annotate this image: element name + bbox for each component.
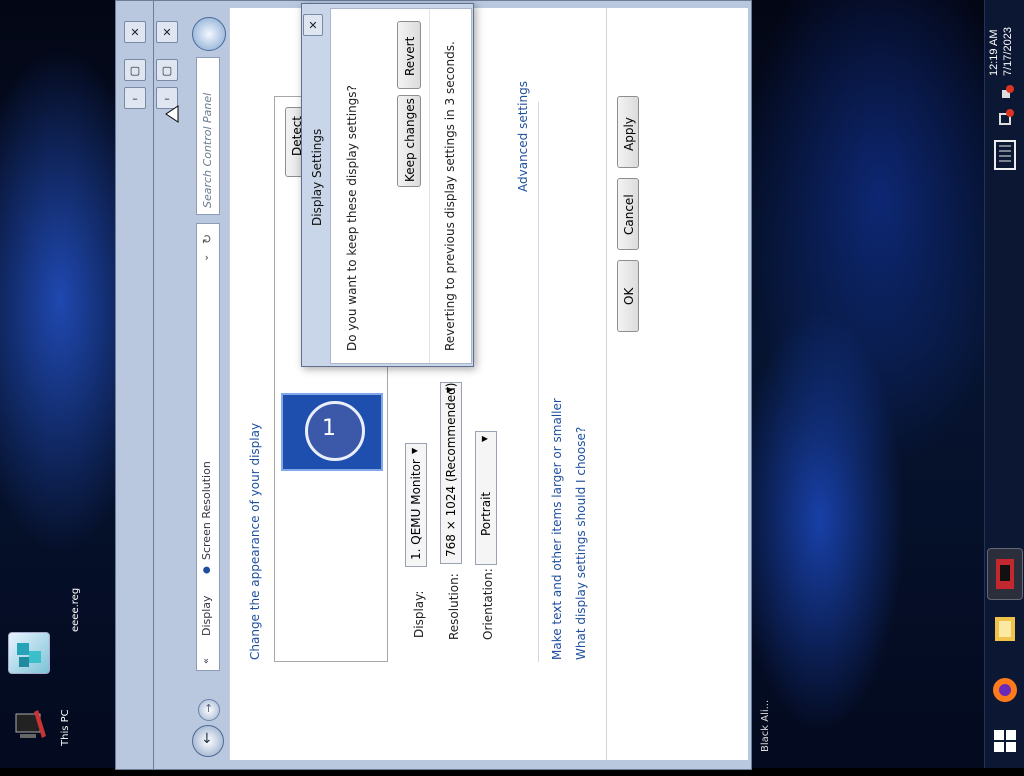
countdown-text: Reverting to previous display settings i…: [443, 41, 457, 351]
forward-button[interactable]: ↑: [198, 699, 220, 721]
ok-button[interactable]: OK: [617, 260, 639, 332]
this-pc-icon: [10, 706, 50, 746]
keyboard-icon[interactable]: [990, 138, 1020, 172]
resolution-select[interactable]: 768 × 1024 (Recommended) ▼: [440, 382, 462, 564]
breadcrumb-overflow-icon[interactable]: «: [201, 658, 212, 664]
chevron-down-icon: ▼: [480, 435, 489, 442]
resolution-label: Resolution:: [447, 573, 461, 640]
orientation-select[interactable]: Portrait ▼: [475, 431, 497, 565]
display-settings-dialog: ✕ Display Settings Do you want to keep t…: [301, 3, 474, 367]
close-icon[interactable]: ✕: [303, 14, 323, 36]
chevron-down-icon: ▼: [410, 447, 419, 454]
orientation-label: Orientation:: [481, 568, 495, 640]
apply-button[interactable]: Apply: [617, 96, 639, 168]
search-icon[interactable]: [192, 17, 226, 51]
address-bar[interactable]: ↻ ⌄ Display ● Screen Resolution «: [196, 223, 220, 671]
cancel-button[interactable]: Cancel: [617, 178, 639, 250]
mouse-cursor-icon: [165, 105, 179, 123]
breadcrumb-item[interactable]: Display: [200, 595, 213, 636]
text-size-link[interactable]: Make text and other items larger or smal…: [550, 398, 564, 660]
search-input[interactable]: Search Control Panel: [196, 57, 220, 215]
display-select[interactable]: 1. QEMU Monitor ▼: [405, 443, 427, 567]
footer-divider: [606, 8, 607, 760]
search-placeholder: Search Control Panel: [201, 92, 214, 208]
page-heading: Change the appearance of your display: [248, 422, 262, 660]
desktop-partial-label: Black Ali...: [760, 699, 771, 752]
advanced-settings-link[interactable]: Advanced settings: [516, 81, 530, 192]
registry-file-icon: [8, 632, 50, 674]
keep-changes-button[interactable]: Keep changes: [397, 95, 421, 187]
volume-muted-icon[interactable]: [994, 84, 1016, 106]
desktop-icon-label: This PC: [60, 709, 71, 746]
chevron-down-icon[interactable]: ⌄: [200, 254, 211, 262]
folder-icon[interactable]: [990, 612, 1020, 646]
app-icon[interactable]: [987, 548, 1023, 600]
close-icon[interactable]: ✕: [156, 21, 178, 43]
dialog-title: Display Settings: [310, 128, 324, 226]
dialog-body: Do you want to keep these display settin…: [330, 8, 472, 364]
breadcrumb-item[interactable]: Screen Resolution: [200, 461, 213, 560]
display-help-link[interactable]: What display settings should I choose?: [574, 427, 588, 660]
display-label: Display:: [412, 590, 426, 638]
clock[interactable]: 12:19 AM 7/17/2023: [986, 10, 1022, 80]
network-warning-icon[interactable]: [994, 108, 1016, 130]
desktop-icon-registry-file[interactable]: eeee.reg: [8, 588, 81, 702]
maximize-icon[interactable]: ▢: [156, 59, 178, 81]
minimize-icon[interactable]: –: [124, 87, 146, 109]
clock-time: 12:19 AM: [988, 29, 1000, 76]
clock-date: 7/17/2023: [1002, 27, 1014, 76]
divider: [538, 102, 539, 662]
desktop-icon-label: eeee.reg: [70, 587, 81, 632]
firefox-icon[interactable]: [990, 674, 1020, 706]
maximize-icon[interactable]: ▢: [124, 59, 146, 81]
divider: [429, 9, 430, 363]
start-icon[interactable]: [990, 726, 1020, 756]
back-button[interactable]: ↓: [192, 725, 224, 757]
dialog-question: Do you want to keep these display settin…: [345, 85, 359, 351]
revert-button[interactable]: Revert: [397, 21, 421, 89]
monitor-thumbnail[interactable]: 1: [281, 393, 383, 471]
breadcrumb-separator: ●: [202, 566, 212, 574]
desktop-icon-this-pc[interactable]: This PC: [10, 706, 71, 776]
monitor-number-badge: 1: [305, 401, 365, 461]
refresh-icon[interactable]: ↻: [200, 234, 214, 244]
background-window-edge: ✕ ▢ –: [115, 0, 157, 770]
chevron-down-icon: ▼: [445, 386, 454, 393]
close-icon[interactable]: ✕: [124, 21, 146, 43]
